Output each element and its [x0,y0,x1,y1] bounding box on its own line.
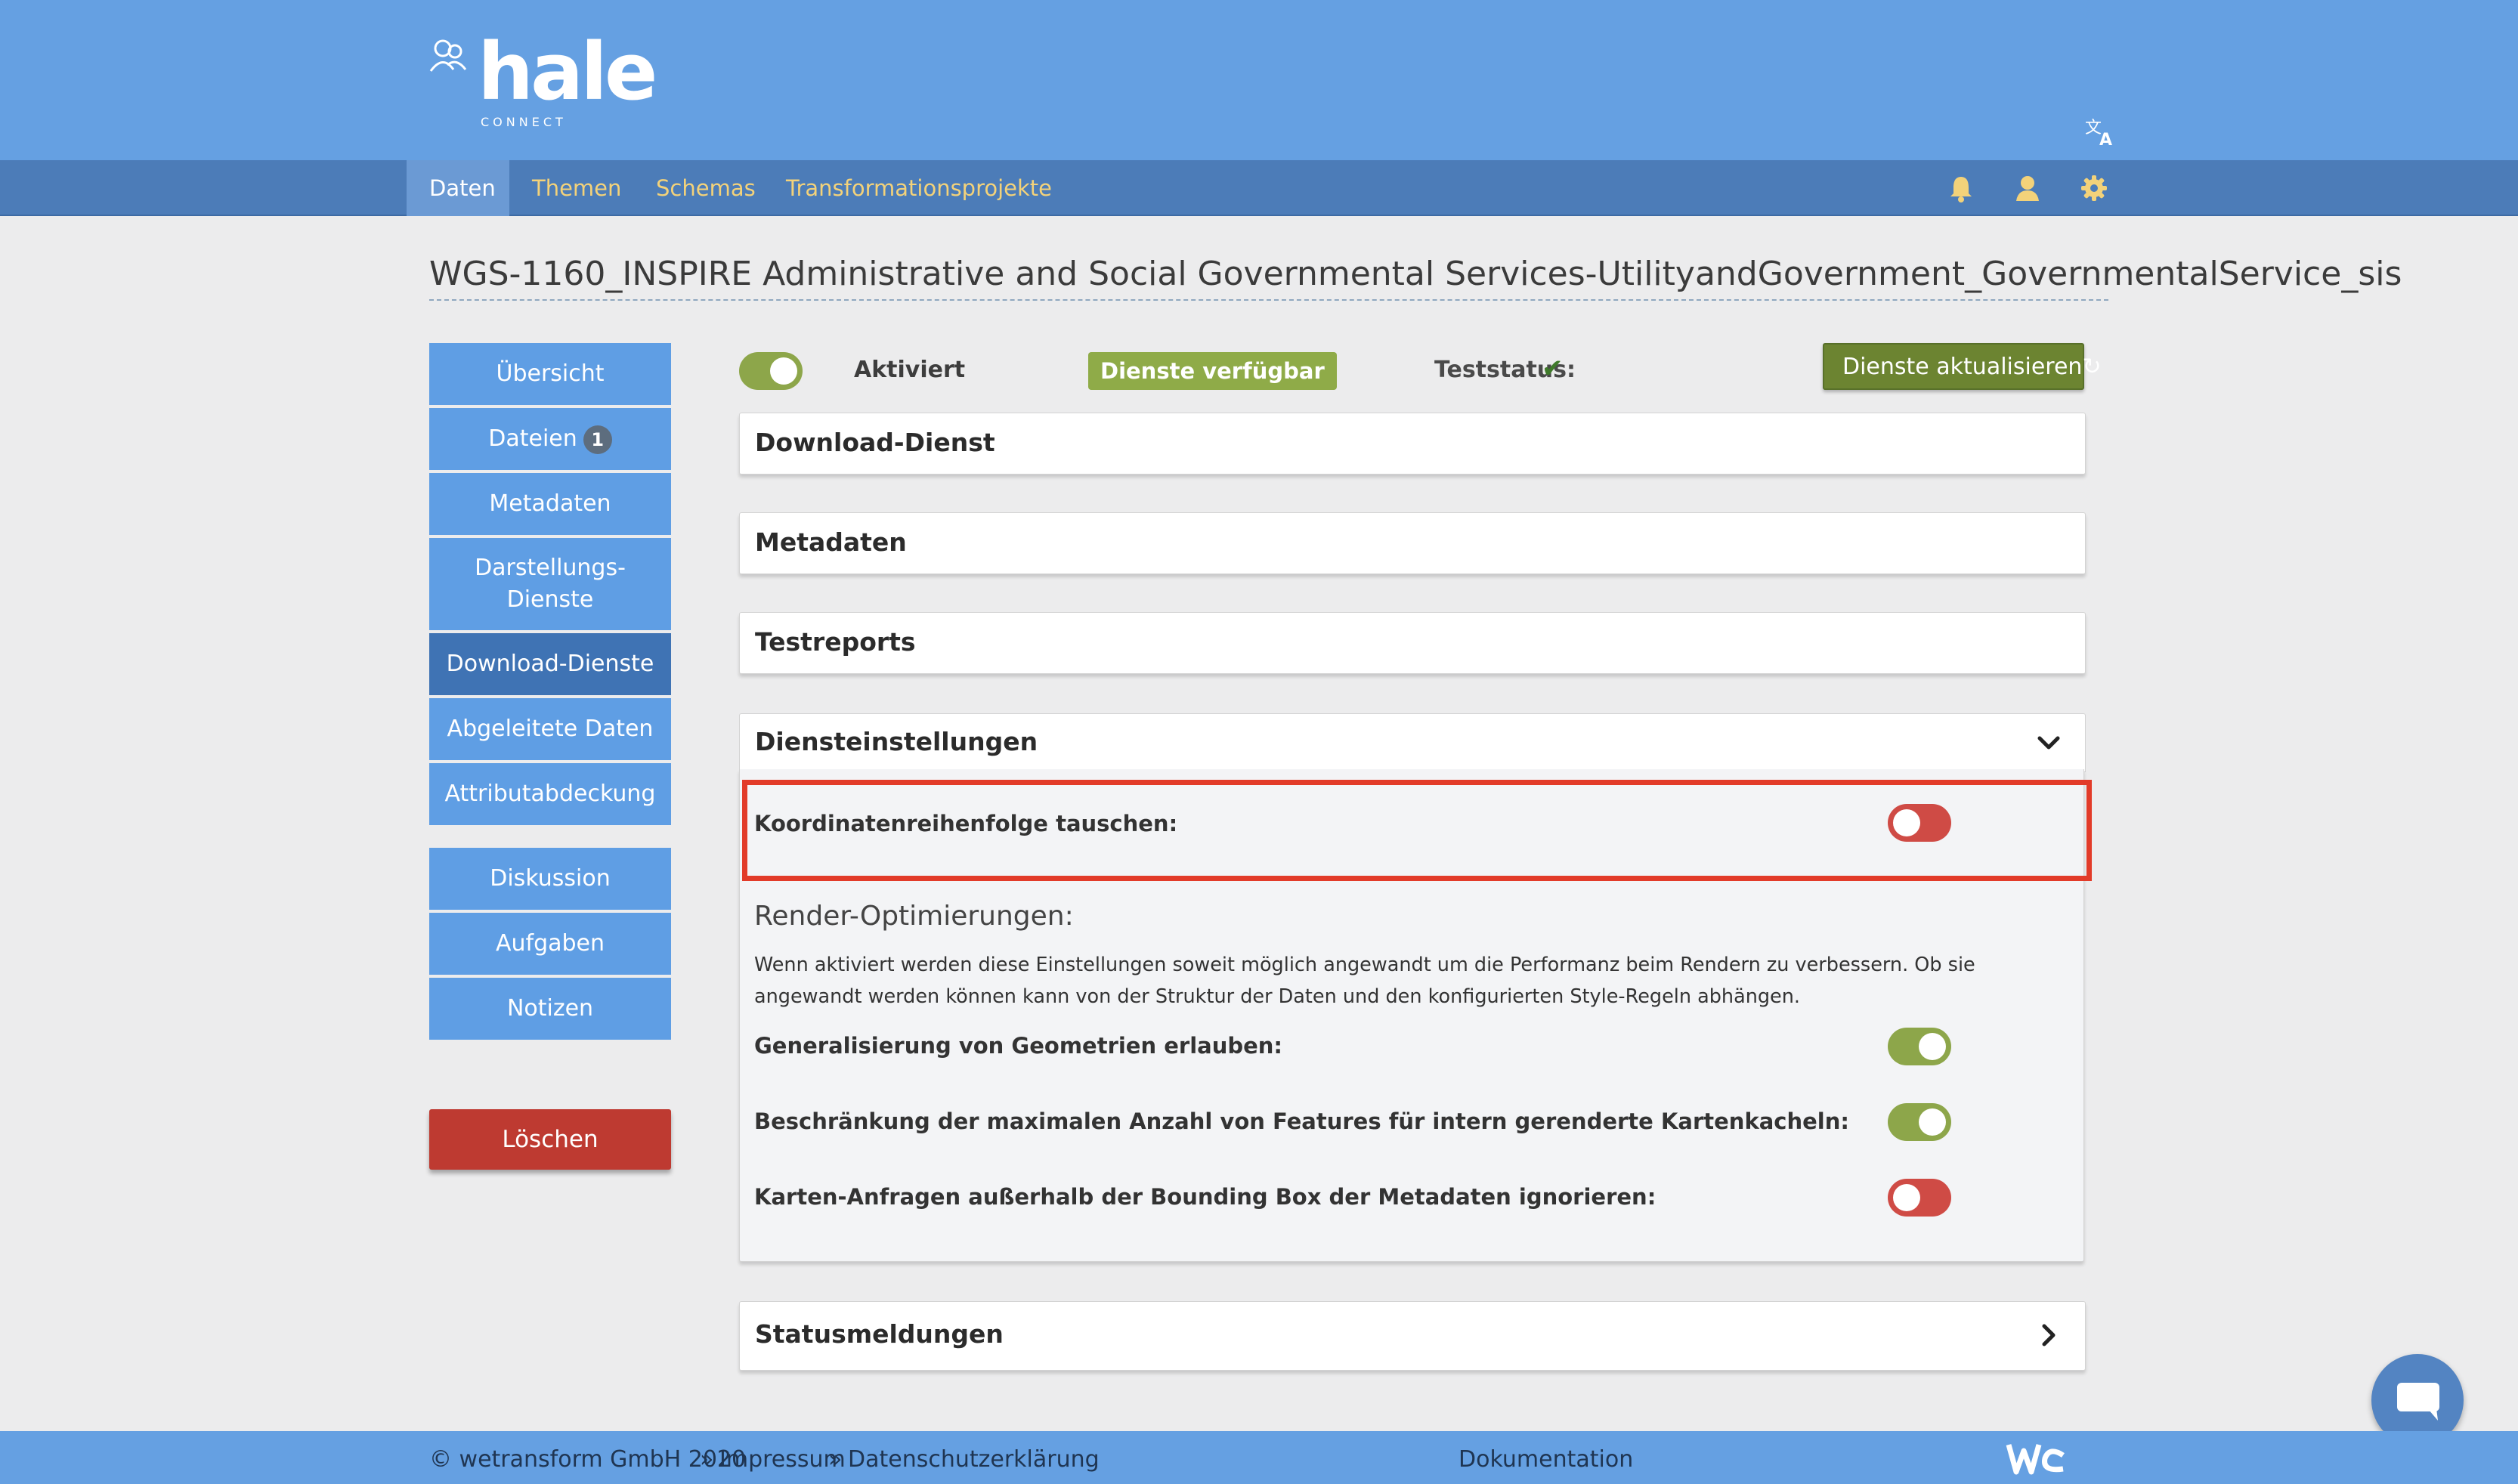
panel-title: Testreports [755,627,916,657]
panel-statusmeldungen[interactable]: Statusmeldungen [739,1301,2086,1371]
nav-item-transformationsprojekte[interactable]: Transformationsprojekte [763,160,1075,216]
panel-title: Metadaten [755,527,907,557]
toggle-knob [1919,1108,1946,1136]
nav-item-schemas[interactable]: Schemas [633,160,778,216]
generalize-label: Generalisierung von Geometrien erlauben: [754,1033,1283,1059]
nav-item-themen[interactable]: Themen [509,160,644,216]
footer-docs-link[interactable]: Dokumentation [1459,1445,1633,1475]
gear-icon[interactable] [2077,171,2111,206]
render-optimizations-heading: Render-Optimierungen: [754,901,1074,932]
panel-title: Statusmeldungen [755,1319,1004,1349]
render-optimizations-description: Wenn aktiviert werden diese Einstellunge… [754,954,1975,1008]
sidebar-item-label-line2: Dienste [506,586,594,613]
sidebar-item-label: Aufgaben [495,930,605,957]
toggle-knob [1893,1184,1920,1211]
sidebar-item-dateien[interactable]: Dateien 1 [429,408,671,470]
ignore-bbox-label: Karten-Anfragen außerhalb der Bounding B… [754,1184,1656,1210]
panel-metadaten[interactable]: Metadaten [739,512,2086,574]
logo-wordmark: hale [478,26,657,118]
toggle-knob [1919,1033,1946,1060]
refresh-services-button[interactable]: Dienste aktualisieren↻ [1823,343,2102,390]
generalize-toggle[interactable] [1888,1028,1951,1065]
footer-separator: » [828,1446,843,1473]
refresh-icon: ↻ [2082,354,2102,380]
sidebar-item-label: Diskussion [490,865,611,892]
panel-title: Download-Dienst [755,428,995,457]
footer-impressum-link[interactable]: Impressum [719,1445,846,1475]
sidebar-item-aufgaben[interactable]: Aufgaben [429,913,671,975]
wetransform-logo[interactable] [2004,1436,2068,1481]
main-nav: Daten Themen Schemas Transformationsproj… [0,160,2518,216]
chevron-down-icon [2037,736,2060,750]
check-icon: ✔ [1542,354,1564,384]
delete-button[interactable]: Löschen [429,1109,671,1170]
sidebar-item-label: Attributabdeckung [444,781,656,807]
sidebar-item-label: Dateien [488,425,577,452]
footer-privacy-link[interactable]: Datenschutzerklärung [848,1445,1100,1475]
sidebar-item-label: Darstellungs- [475,555,626,581]
toggle-knob [770,357,797,385]
panel-download-dienst[interactable]: Download-Dienst [739,413,2086,475]
sidebar-item-darstellungs-dienste[interactable]: Darstellungs- Dienste [429,538,671,630]
translate-icon[interactable]: 文 A [2083,113,2119,150]
app-header [0,0,2518,160]
file-count-badge: 1 [583,425,612,454]
page-title: WGS-1160_INSPIRE Administrative and Soci… [429,255,2402,293]
panel-testreports[interactable]: Testreports [739,612,2086,674]
activated-toggle[interactable] [739,352,803,390]
title-divider [429,299,2108,301]
sidebar-item-label: Übersicht [496,360,605,387]
refresh-services-label: Dienste aktualisieren [1842,354,2083,380]
panel-diensteinstellungen-header[interactable]: Diensteinstellungen [739,713,2086,772]
sidebar-item-label: Abgeleitete Daten [447,716,654,742]
sidebar-item-attributabdeckung[interactable]: Attributabdeckung [429,763,671,825]
sidebar-item-metadaten[interactable]: Metadaten [429,473,671,535]
activated-label: Aktiviert [854,357,966,383]
nav-item-daten[interactable]: Daten [407,160,509,216]
footer [0,1431,2518,1484]
hale-connect-logo[interactable]: hale CONNECT [428,30,657,129]
sidebar-item-abgeleitete-daten[interactable]: Abgeleitete Daten [429,698,671,760]
ignore-bbox-toggle[interactable] [1888,1179,1951,1217]
sidebar-item-label: Notizen [506,995,594,1022]
sidebar-item-download-dienste[interactable]: Download-Dienste [429,633,671,695]
highlight-frame [742,780,2092,881]
sidebar-item-uebersicht[interactable]: Übersicht [429,343,671,405]
sidebar-item-notizen[interactable]: Notizen [429,978,671,1040]
limit-features-label: Beschränkung der maximalen Anzahl von Fe… [754,1108,1849,1134]
logo-subtitle: CONNECT [481,115,567,129]
footer-separator: » [700,1446,714,1473]
services-available-badge: Dienste verfügbar [1088,352,1337,390]
sidebar-item-label: Metadaten [489,490,611,517]
sidebar-item-diskussion[interactable]: Diskussion [429,848,671,910]
svg-text:A: A [2099,131,2112,150]
sidebar-item-label: Download-Dienste [446,651,654,677]
panel-title: Diensteinstellungen [755,727,1038,756]
bell-icon[interactable] [1944,171,1978,206]
footer-copyright: © wetransform GmbH 2020 [429,1446,747,1473]
user-icon[interactable] [2010,171,2045,206]
chevron-right-icon [2042,1324,2056,1346]
limit-features-toggle[interactable] [1888,1103,1951,1141]
logo-people-icon [429,39,467,72]
